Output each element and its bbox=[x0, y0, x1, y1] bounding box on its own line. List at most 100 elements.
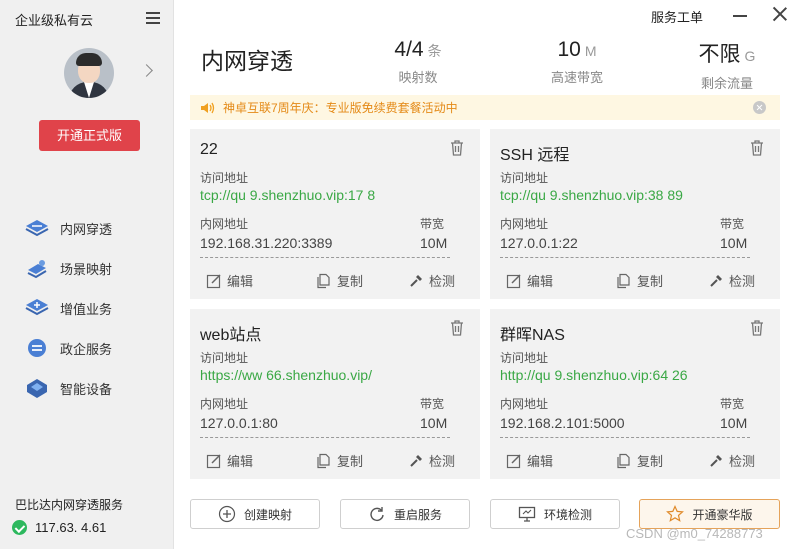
lan-address: 127.0.0.1:22 bbox=[500, 235, 578, 251]
speaker-icon bbox=[201, 102, 215, 113]
divider bbox=[500, 437, 750, 438]
chevron-right-icon[interactable] bbox=[140, 64, 153, 77]
upgrade-button[interactable]: 开通正式版 bbox=[39, 120, 140, 151]
divider bbox=[500, 257, 750, 258]
access-label: 访问地址 bbox=[200, 171, 249, 185]
mapping-name: 群晖NAS bbox=[500, 327, 565, 344]
create-mapping-button[interactable]: 创建映射 bbox=[190, 499, 320, 529]
env-check-label: 环境检测 bbox=[543, 507, 592, 522]
sidebar-item-label: 增值业务 bbox=[60, 301, 113, 317]
edit-icon bbox=[506, 273, 521, 288]
mapping-name: 22 bbox=[200, 141, 218, 158]
stat-label: 映射数 bbox=[398, 70, 438, 85]
stat-unit: 条 bbox=[427, 43, 442, 59]
lan-label: 内网地址 bbox=[200, 397, 249, 411]
mapping-card: 22 访问地址 tcp://qu 9.shenzhuo.vip:17 8 内网地… bbox=[190, 129, 480, 299]
sidebar-item-tunnel[interactable]: 内网穿透 bbox=[24, 208, 112, 248]
sidebar-item-value-added[interactable]: 增值业务 bbox=[24, 288, 112, 328]
stat-traffic: 不限 G 剩余流量 bbox=[672, 38, 782, 92]
avatar[interactable] bbox=[64, 48, 114, 98]
edit-label: 编辑 bbox=[527, 274, 554, 289]
check-button[interactable]: 检测 bbox=[408, 271, 455, 290]
edit-button[interactable]: 编辑 bbox=[206, 271, 253, 290]
stat-value: 10 bbox=[557, 38, 581, 61]
edit-icon bbox=[206, 273, 221, 288]
plus-circle-icon bbox=[218, 505, 236, 523]
edit-button[interactable]: 编辑 bbox=[506, 451, 553, 470]
minimize-icon[interactable] bbox=[733, 15, 747, 17]
trash-icon[interactable] bbox=[448, 319, 466, 337]
check-circle-icon bbox=[12, 520, 27, 535]
copy-icon bbox=[617, 453, 630, 468]
watermark: CSDN @m0_74288773 bbox=[626, 526, 763, 541]
close-icon[interactable] bbox=[772, 6, 788, 22]
edit-button[interactable]: 编辑 bbox=[506, 271, 553, 290]
access-url[interactable]: tcp://qu 9.shenzhuo.vip:17 8 bbox=[200, 187, 375, 203]
edit-label: 编辑 bbox=[227, 454, 254, 469]
bandwidth-value: 10M bbox=[720, 415, 748, 431]
service-ticket-link[interactable]: 服务工单 bbox=[651, 7, 703, 26]
sidebar-item-label: 场景映射 bbox=[60, 261, 113, 277]
access-label: 访问地址 bbox=[500, 171, 549, 185]
stat-unit: M bbox=[584, 43, 597, 59]
access-url[interactable]: tcp://qu 9.shenzhuo.vip:38 89 bbox=[500, 187, 683, 203]
notice-close-icon[interactable] bbox=[753, 101, 766, 114]
bandwidth-value: 10M bbox=[420, 235, 448, 251]
stat-value: 不限 bbox=[698, 43, 741, 66]
edit-label: 编辑 bbox=[227, 274, 254, 289]
trash-icon[interactable] bbox=[748, 139, 766, 157]
stat-label: 高速带宽 bbox=[550, 70, 603, 85]
mapping-card: 群晖NAS 访问地址 http://qu 9.shenzhuo.vip:64 2… bbox=[490, 309, 780, 479]
premium-button[interactable]: 开通豪华版 bbox=[639, 499, 780, 529]
copy-label: 复制 bbox=[337, 274, 364, 289]
probe-icon bbox=[410, 274, 422, 287]
access-label: 访问地址 bbox=[500, 351, 549, 365]
lan-label: 内网地址 bbox=[500, 217, 549, 231]
copy-icon bbox=[617, 273, 630, 288]
edit-button[interactable]: 编辑 bbox=[206, 451, 253, 470]
refresh-icon bbox=[370, 507, 384, 521]
access-url[interactable]: http://qu 9.shenzhuo.vip:64 26 bbox=[500, 367, 688, 383]
create-mapping-label: 创建映射 bbox=[243, 507, 292, 522]
check-button[interactable]: 检测 bbox=[708, 451, 755, 470]
trash-icon[interactable] bbox=[748, 319, 766, 337]
copy-icon bbox=[317, 273, 330, 288]
sidebar-item-smart-device[interactable]: 智能设备 bbox=[24, 368, 112, 408]
bandwidth-label: 带宽 bbox=[420, 217, 445, 231]
copy-button[interactable]: 复制 bbox=[316, 271, 363, 290]
lan-address: 192.168.2.101:5000 bbox=[500, 415, 625, 431]
check-button[interactable]: 检测 bbox=[708, 271, 755, 290]
copy-button[interactable]: 复制 bbox=[616, 271, 663, 290]
probe-icon bbox=[710, 454, 722, 467]
divider bbox=[200, 257, 450, 258]
monitor-icon bbox=[518, 506, 536, 522]
gov-enterprise-icon bbox=[28, 339, 46, 357]
copy-button[interactable]: 复制 bbox=[316, 451, 363, 470]
trash-icon[interactable] bbox=[448, 139, 466, 157]
sidebar-nav: 内网穿透 场景映射 增值业务 政企服务 智能设备 bbox=[24, 208, 112, 408]
notice-bar: 神卓互联7周年庆：专业版免续费套餐活动中 bbox=[190, 95, 780, 120]
bandwidth-label: 带宽 bbox=[720, 217, 745, 231]
access-url[interactable]: https://ww 66.shenzhuo.vip/ bbox=[200, 367, 372, 383]
check-label: 检测 bbox=[729, 274, 756, 289]
edit-icon bbox=[206, 453, 221, 468]
menu-icon[interactable] bbox=[146, 12, 160, 24]
env-check-button[interactable]: 环境检测 bbox=[490, 499, 620, 529]
stat-value: 4/4 bbox=[394, 38, 424, 61]
star-icon bbox=[666, 505, 685, 522]
sidebar-item-gov-enterprise[interactable]: 政企服务 bbox=[24, 328, 112, 368]
probe-icon bbox=[710, 274, 722, 287]
check-button[interactable]: 检测 bbox=[408, 451, 455, 470]
bandwidth-value: 10M bbox=[420, 415, 448, 431]
copy-icon bbox=[317, 453, 330, 468]
sidebar-item-scene-map[interactable]: 场景映射 bbox=[24, 248, 112, 288]
scene-map-icon bbox=[27, 260, 47, 279]
sidebar-item-label: 政企服务 bbox=[60, 341, 113, 357]
copy-button[interactable]: 复制 bbox=[616, 451, 663, 470]
sidebar-item-label: 内网穿透 bbox=[60, 221, 113, 237]
bandwidth-value: 10M bbox=[720, 235, 748, 251]
restart-service-button[interactable]: 重启服务 bbox=[340, 499, 470, 529]
notice-text: 神卓互联7周年庆：专业版免续费套餐活动中 bbox=[223, 101, 458, 115]
sidebar: 企业级私有云 开通正式版 内网穿透 场景映射 增值业务 政企服务 智能设备 巴比… bbox=[0, 0, 174, 549]
restart-service-label: 重启服务 bbox=[393, 507, 442, 522]
